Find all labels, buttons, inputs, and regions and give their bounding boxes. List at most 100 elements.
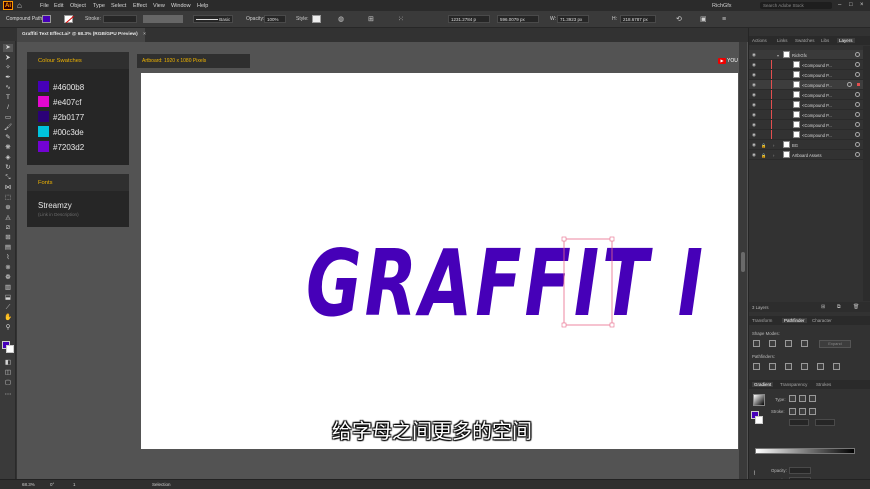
layer-row-selected[interactable]: ◉ <Compound P...: [749, 80, 863, 90]
x-field[interactable]: 1231.2784 p: [448, 15, 490, 23]
new-layer-icon[interactable]: ⊞: [821, 304, 825, 310]
align-icon[interactable]: ⊞: [368, 16, 374, 23]
expand-chevron-icon[interactable]: ▾: [777, 53, 779, 58]
transform-icon[interactable]: ⟲: [676, 16, 682, 23]
minimize-icon[interactable]: –: [838, 2, 841, 8]
rotate-view-angle[interactable]: 0°: [50, 482, 54, 488]
opacity-field[interactable]: 100%: [264, 15, 286, 23]
minus-back-button[interactable]: [833, 363, 840, 370]
gradient-stroke-swatch[interactable]: [755, 416, 763, 424]
width-field[interactable]: 71.3923 px: [557, 15, 589, 23]
trim-button[interactable]: [769, 363, 776, 370]
outline-button[interactable]: [817, 363, 824, 370]
close-icon[interactable]: ×: [860, 2, 864, 8]
live-paint-tool-icon[interactable]: ◬: [3, 214, 13, 222]
magic-wand-tool-icon[interactable]: ✧: [3, 64, 13, 72]
layer-row[interactable]: ◉ <Compound P...: [749, 90, 863, 100]
perspective-grid-tool-icon[interactable]: ⧄: [3, 224, 13, 232]
gradient-opacity-field[interactable]: [789, 467, 811, 474]
variable-width-profile[interactable]: [143, 15, 183, 23]
visibility-eye-icon[interactable]: ◉: [752, 52, 756, 58]
visibility-eye-icon[interactable]: ◉: [752, 122, 756, 128]
layer-name[interactable]: RichGfx: [792, 53, 807, 58]
visibility-eye-icon[interactable]: ◉: [752, 132, 756, 138]
panel-menu-icon[interactable]: ≡: [722, 16, 726, 23]
radial-gradient-button[interactable]: [799, 395, 806, 402]
stroke-across-button[interactable]: [809, 408, 816, 415]
layer-row[interactable]: ◉ <Compound P...: [749, 60, 863, 70]
mesh-tool-icon[interactable]: ⊞: [3, 234, 13, 242]
stroke-swatch[interactable]: [64, 15, 75, 24]
tab-libs[interactable]: Libs: [821, 38, 829, 43]
tab-transform[interactable]: Transform: [752, 318, 772, 323]
menu-window[interactable]: Window: [171, 3, 191, 9]
stroke-weight-field[interactable]: [103, 15, 137, 23]
gradient-slider[interactable]: [755, 448, 855, 454]
screen-mode-icon[interactable]: ▢: [3, 379, 13, 387]
visibility-eye-icon[interactable]: ◉: [752, 72, 756, 78]
tab-links[interactable]: Links: [777, 38, 788, 43]
tab-transparency[interactable]: Transparency: [780, 382, 807, 387]
curvature-tool-icon[interactable]: ∿: [3, 84, 13, 92]
eyedropper-icon[interactable]: ⌇: [753, 470, 756, 477]
delete-layer-icon[interactable]: 🗑: [853, 304, 859, 310]
artboard-tool-icon[interactable]: ⬓: [3, 294, 13, 302]
gradient-tool-icon[interactable]: ▤: [3, 244, 13, 252]
target-circle-icon[interactable]: [855, 112, 860, 117]
tab-character[interactable]: Character: [812, 318, 832, 323]
target-circle-icon[interactable]: [855, 132, 860, 137]
stock-search-input[interactable]: Search Adobe Stock: [760, 2, 832, 9]
maximize-icon[interactable]: □: [849, 2, 853, 8]
gradient-aspect-field[interactable]: [815, 419, 835, 426]
gradient-preview[interactable]: [753, 394, 765, 406]
layer-name[interactable]: <Compound P...: [802, 103, 832, 108]
visibility-eye-icon[interactable]: ◉: [752, 62, 756, 68]
layer-name[interactable]: <Compound P...: [802, 83, 832, 88]
artboard-number[interactable]: 1: [73, 482, 76, 488]
menu-edit[interactable]: Edit: [54, 3, 63, 9]
paintbrush-tool-icon[interactable]: 🖌: [3, 124, 13, 132]
layer-name[interactable]: Artboard Assets: [792, 153, 822, 158]
fill-swatch[interactable]: [42, 15, 51, 23]
selection-tool-icon[interactable]: ➤: [3, 44, 13, 52]
hand-tool-icon[interactable]: ✋: [3, 314, 13, 322]
vertical-scrollbar[interactable]: [739, 42, 747, 479]
visibility-eye-icon[interactable]: ◉: [752, 152, 756, 158]
expand-chevron-icon[interactable]: ›: [773, 153, 774, 158]
graffiti-artwork[interactable]: GRAFFIT I: [300, 225, 720, 335]
visibility-eye-icon[interactable]: ◉: [752, 142, 756, 148]
color-mode-icon[interactable]: ◧: [3, 359, 13, 367]
expand-button[interactable]: Expand: [819, 340, 851, 348]
scrollbar-thumb[interactable]: [741, 252, 745, 272]
new-sublayer-icon[interactable]: ⧉: [837, 304, 841, 310]
lock-icon[interactable]: 🔒: [761, 143, 766, 149]
layer-name[interactable]: BG: [792, 143, 798, 148]
layer-row[interactable]: ◉ <Compound P...: [749, 130, 863, 140]
close-tab-icon[interactable]: ×: [143, 32, 146, 37]
height-field[interactable]: 218.6787 px: [620, 15, 656, 23]
visibility-eye-icon[interactable]: ◉: [752, 102, 756, 108]
width-tool-icon[interactable]: ⋈: [3, 184, 13, 192]
rectangle-tool-icon[interactable]: ▭: [3, 114, 13, 122]
intersect-button[interactable]: [785, 340, 792, 347]
freeform-gradient-button[interactable]: [809, 395, 816, 402]
target-circle-icon[interactable]: [855, 52, 860, 57]
divide-button[interactable]: [753, 363, 760, 370]
brush-definition[interactable]: Basic: [193, 15, 233, 23]
pencil-tool-icon[interactable]: ✎: [3, 134, 13, 142]
y-field[interactable]: 596.0079 px: [497, 15, 539, 23]
zoom-level[interactable]: 68.3%: [22, 482, 35, 488]
selection-indicator[interactable]: [857, 83, 860, 86]
draw-mode-icon[interactable]: ◫: [3, 369, 13, 377]
target-circle-icon[interactable]: [855, 102, 860, 107]
isolate-icon[interactable]: ▣: [700, 16, 707, 23]
direct-selection-tool-icon[interactable]: ⮞: [3, 54, 13, 62]
menu-select[interactable]: Select: [111, 3, 126, 9]
zoom-tool-icon[interactable]: ⚲: [3, 324, 13, 332]
layer-row[interactable]: ◉ 🔒 › Artboard Assets: [749, 150, 863, 160]
reference-point-icon[interactable]: ⁙: [398, 16, 404, 23]
slice-tool-icon[interactable]: ⟋: [3, 304, 13, 312]
layer-name[interactable]: <Compound P...: [802, 93, 832, 98]
stroke-within-button[interactable]: [789, 408, 796, 415]
visibility-eye-icon[interactable]: ◉: [752, 92, 756, 98]
